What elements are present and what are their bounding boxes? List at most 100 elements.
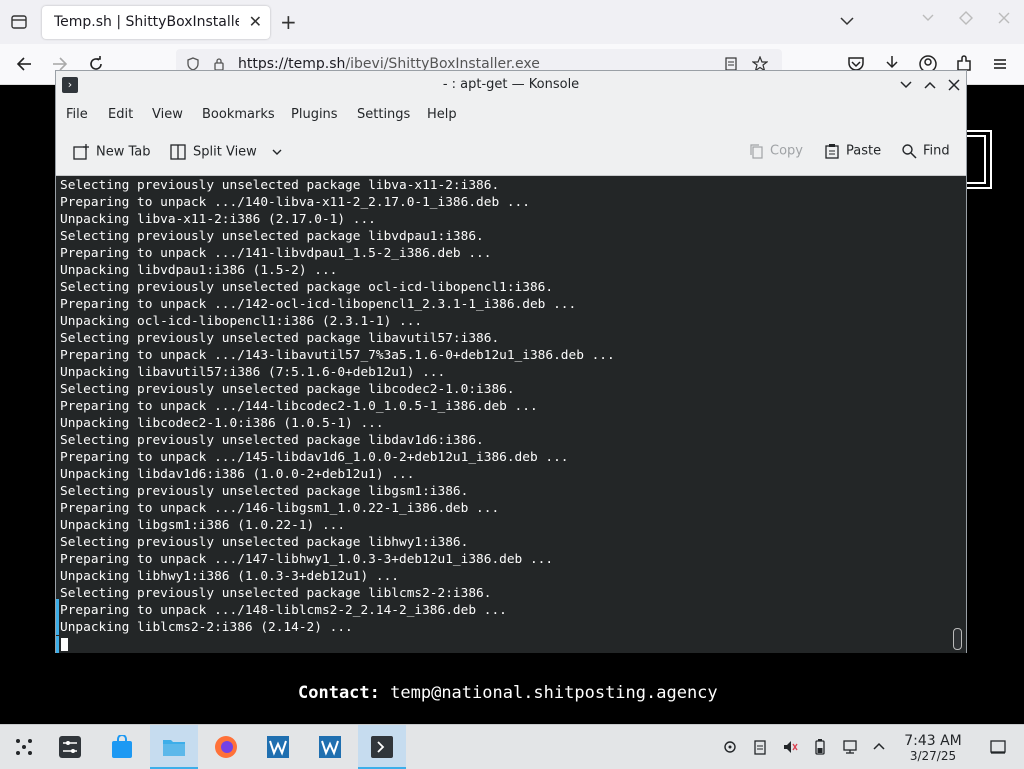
terminal-line: Preparing to unpack .../144-libcodec2-1.… bbox=[60, 399, 538, 414]
volume-muted-icon[interactable] bbox=[782, 739, 798, 755]
sliders-icon bbox=[59, 736, 81, 758]
split-view-button[interactable]: Split View bbox=[169, 143, 283, 161]
browser-tab[interactable]: Temp.sh | ShittyBoxInstaller.exe ✕ bbox=[42, 6, 270, 39]
browser-tab-title: Temp.sh | ShittyBoxInstaller.exe bbox=[54, 14, 239, 30]
launcher-icon bbox=[16, 739, 32, 755]
wine-app-icon bbox=[319, 736, 341, 758]
terminal-line: Selecting previously unselected package … bbox=[60, 229, 484, 244]
chevron-down-icon[interactable] bbox=[271, 146, 283, 158]
taskbar-settings[interactable] bbox=[46, 725, 94, 769]
close-window-icon[interactable] bbox=[996, 10, 1012, 26]
taskbar-app[interactable] bbox=[254, 725, 302, 769]
new-tab-icon bbox=[73, 144, 89, 160]
menu-bookmarks[interactable]: Bookmarks bbox=[202, 107, 275, 122]
maximize-icon[interactable] bbox=[922, 77, 938, 93]
terminal-line: Selecting previously unselected package … bbox=[60, 433, 484, 448]
terminal-line: Selecting previously unselected package … bbox=[60, 280, 554, 295]
konsole-titlebar[interactable]: › - : apt-get — Konsole bbox=[56, 71, 966, 101]
network-activity-icon[interactable] bbox=[722, 739, 738, 755]
terminal-line: Preparing to unpack .../143-libavutil57_… bbox=[60, 348, 615, 363]
terminal-cursor bbox=[61, 638, 68, 651]
clock-time[interactable]: 7:43 AM bbox=[900, 733, 966, 749]
paste-label: Paste bbox=[846, 143, 882, 159]
taskbar-discover[interactable] bbox=[98, 725, 146, 769]
taskbar-dolphin[interactable] bbox=[150, 725, 198, 769]
copy-button[interactable]: Copy bbox=[748, 143, 803, 161]
minimize-icon[interactable] bbox=[920, 10, 936, 26]
clock-date[interactable]: 3/27/25 bbox=[900, 749, 966, 763]
wine-app-icon bbox=[267, 736, 289, 758]
split-view-label: Split View bbox=[193, 144, 257, 160]
contact-line: Contact: temp@national.shitposting.agenc… bbox=[298, 683, 718, 703]
terminal-line: Selecting previously unselected package … bbox=[60, 535, 469, 550]
contact-email[interactable]: temp@national.shitposting.agency bbox=[390, 683, 718, 703]
lock-icon[interactable] bbox=[212, 57, 226, 71]
taskbar-konsole[interactable] bbox=[358, 725, 406, 769]
output-marker bbox=[56, 599, 59, 635]
terminal-line: Selecting previously unselected package … bbox=[60, 586, 492, 601]
taskbar-app[interactable] bbox=[306, 725, 354, 769]
terminal-line: Unpacking libcodec2-1.0:i386 (1.0.5-1) .… bbox=[60, 416, 384, 431]
scrollbar-thumb[interactable] bbox=[953, 628, 962, 650]
network-wired-icon[interactable] bbox=[842, 739, 858, 755]
terminal-icon bbox=[371, 736, 393, 758]
split-view-icon bbox=[170, 144, 186, 160]
search-icon bbox=[902, 144, 917, 159]
application-launcher[interactable] bbox=[0, 725, 48, 769]
taskbar: 7:43 AM 3/27/25 bbox=[0, 724, 1024, 769]
terminal-line: Unpacking libavutil57:i386 (7:5.1.6-0+de… bbox=[60, 365, 446, 380]
terminal-line: Unpacking libva-x11-2:i386 (2.17.0-1) ..… bbox=[60, 212, 376, 227]
terminal-line: Selecting previously unselected package … bbox=[60, 331, 500, 346]
terminal-line: Unpacking liblcms2-2:i386 (2.14-2) ... bbox=[60, 620, 353, 635]
menu-settings[interactable]: Settings bbox=[357, 107, 410, 122]
terminal-line: Preparing to unpack .../148-liblcms2-2_2… bbox=[60, 603, 507, 618]
toolbar: New Tab Split View Copy Paste Find bbox=[56, 129, 966, 176]
terminal-line: Preparing to unpack .../142-ocl-icd-libo… bbox=[60, 297, 577, 312]
find-button[interactable]: Find bbox=[901, 143, 950, 161]
close-tab-button[interactable]: ✕ bbox=[249, 12, 262, 31]
output-marker bbox=[56, 636, 59, 653]
copy-label: Copy bbox=[770, 143, 803, 159]
terminal-line: Selecting previously unselected package … bbox=[60, 382, 515, 397]
paste-button[interactable]: Paste bbox=[824, 143, 881, 161]
close-icon[interactable] bbox=[946, 77, 962, 93]
show-desktop-icon[interactable] bbox=[990, 739, 1006, 755]
terminal-line: Preparing to unpack .../145-libdav1d6_1.… bbox=[60, 450, 569, 465]
back-icon[interactable] bbox=[14, 54, 34, 74]
minimize-icon[interactable] bbox=[898, 77, 914, 93]
terminal-line: Preparing to unpack .../146-libgsm1_1.0.… bbox=[60, 501, 500, 516]
terminal-line: Selecting previously unselected package … bbox=[60, 484, 469, 499]
terminal-line: Unpacking ocl-icd-libopencl1:i386 (2.3.1… bbox=[60, 314, 423, 329]
battery-icon[interactable] bbox=[812, 739, 828, 755]
new-tab-label: New Tab bbox=[96, 144, 151, 160]
clipboard-icon[interactable] bbox=[752, 739, 768, 755]
taskbar-firefox[interactable] bbox=[202, 725, 250, 769]
menu-bar: File Edit View Bookmarks Plugins Setting… bbox=[56, 101, 966, 129]
menu-edit[interactable]: Edit bbox=[108, 107, 133, 122]
new-tab-button[interactable]: + bbox=[280, 10, 297, 34]
menu-file[interactable]: File bbox=[66, 107, 88, 122]
new-tab-button[interactable]: New Tab bbox=[72, 143, 151, 161]
menu-view[interactable]: View bbox=[152, 107, 183, 122]
terminal-line: Preparing to unpack .../140-libva-x11-2_… bbox=[60, 195, 530, 210]
reader-view-icon[interactable] bbox=[724, 57, 738, 71]
terminal-output[interactable]: Selecting previously unselected package … bbox=[56, 176, 966, 653]
menu-help[interactable]: Help bbox=[427, 107, 457, 122]
firefox-view-icon[interactable] bbox=[10, 13, 28, 31]
shield-icon[interactable] bbox=[186, 57, 200, 71]
shopping-bag-icon bbox=[112, 735, 132, 758]
window-title: - : apt-get — Konsole bbox=[442, 77, 580, 92]
paste-icon bbox=[825, 144, 839, 159]
menu-plugins[interactable]: Plugins bbox=[291, 107, 338, 122]
terminal-line: Unpacking libdav1d6:i386 (1.0.0-2+deb12u… bbox=[60, 467, 415, 482]
terminal-line: Unpacking libhwy1:i386 (1.0.3-3+deb12u1)… bbox=[60, 569, 399, 584]
chevron-up-icon[interactable] bbox=[871, 739, 887, 755]
folder-icon bbox=[163, 740, 185, 756]
terminal-line: Preparing to unpack .../141-libvdpau1_1.… bbox=[60, 246, 492, 261]
chevron-down-icon[interactable] bbox=[838, 12, 856, 30]
menu-icon[interactable] bbox=[990, 54, 1010, 74]
terminal-line: Preparing to unpack .../147-libhwy1_1.0.… bbox=[60, 552, 554, 567]
konsole-window: › - : apt-get — Konsole File Edit View B… bbox=[55, 70, 967, 653]
copy-icon bbox=[750, 144, 763, 159]
maximize-icon[interactable] bbox=[958, 10, 974, 26]
